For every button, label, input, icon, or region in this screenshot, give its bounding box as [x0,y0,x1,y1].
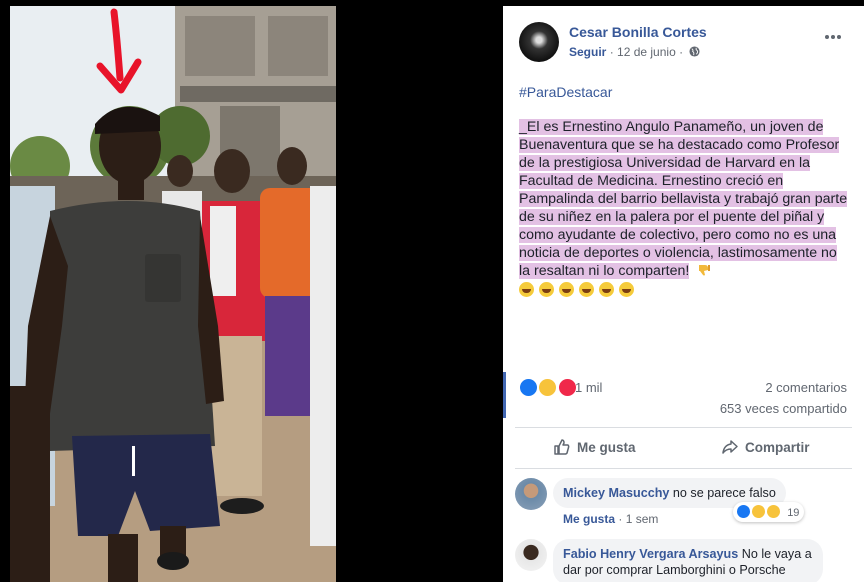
share-icon [722,440,738,454]
laughing-emoji-icon [539,282,554,297]
reactions-bar: 1 mil 2 comentarios 653 veces compartido [503,372,864,418]
like-reaction-icon [519,378,538,397]
like-reaction-icon [736,504,751,519]
thumbs-down-emoji-icon [699,265,711,276]
meta-separator-2: · [679,45,684,59]
share-button-label: Compartir [745,440,810,455]
reaction-icons[interactable] [519,378,577,397]
thumbs-up-icon [554,439,570,455]
photo-scene [10,6,336,582]
laughing-emoji-icon [519,282,534,297]
post-body-text: _El es Ernestino Angulo Panameño, un jov… [519,119,848,279]
post-header: Cesar Bonilla Cortes Seguir · 12 de juni… [519,20,849,64]
post-date[interactable]: 12 de junio [617,45,676,59]
page: Cesar Bonilla Cortes Seguir · 12 de juni… [0,0,864,582]
comment-meta: Me gusta · 1 sem [563,512,658,526]
author-avatar[interactable] [519,22,559,62]
laughing-emoji-icon [579,282,594,297]
wow-reaction-icon [766,504,782,519]
post-body: _El es Ernestino Angulo Panameño, un jov… [519,118,851,300]
shares-count[interactable]: 653 veces compartido [720,401,847,416]
laughing-emoji-icon [599,282,614,297]
divider-top [515,427,852,428]
comment-like-link[interactable]: Me gusta [563,512,615,526]
comment-reaction-count: 19 [787,507,800,519]
post-actions: Me gusta Compartir [503,429,864,467]
globe-icon [689,46,700,57]
post-photo[interactable] [10,6,336,582]
divider-bottom [515,468,852,469]
like-button[interactable]: Me gusta [553,438,636,456]
comments-count[interactable]: 2 comentarios [765,380,847,395]
comment-separator: · [618,512,623,526]
author-name[interactable]: Cesar Bonilla Cortes [569,24,707,40]
comment-item: Fabio Henry Vergara Arsayus No le vaya a… [515,539,855,582]
commenter-name[interactable]: Fabio Henry Vergara Arsayus [563,547,738,561]
haha-reaction-icon [538,378,558,397]
haha-reaction-icon [751,504,767,519]
comment-item: Mickey Masucchy no se parece falso Me gu… [515,478,855,528]
focus-edge [503,372,506,418]
laughing-emoji-icon [559,282,574,297]
meta-separator: · [609,45,614,59]
commenter-avatar[interactable] [515,539,547,571]
laughing-emoji-row [519,282,851,300]
commenter-avatar[interactable] [515,478,547,510]
like-button-label: Me gusta [577,440,636,455]
reactions-count[interactable]: 1 mil [575,380,602,395]
post-meta: Seguir · 12 de junio · [569,45,700,59]
hashtag-link[interactable]: #ParaDestacar [519,84,612,100]
comment-reactions[interactable]: 19 [733,502,805,522]
follow-link[interactable]: Seguir [569,45,606,59]
commenter-name[interactable]: Mickey Masucchy [563,486,669,500]
comment-time[interactable]: 1 sem [626,512,659,526]
laughing-emoji-icon [619,282,634,297]
post-panel: Cesar Bonilla Cortes Seguir · 12 de juni… [503,6,864,582]
share-button[interactable]: Compartir [721,438,810,456]
comment-text: no se parece falso [672,486,776,500]
more-options-icon[interactable] [825,26,847,40]
comment-bubble: Fabio Henry Vergara Arsayus No le vaya a… [553,539,823,582]
